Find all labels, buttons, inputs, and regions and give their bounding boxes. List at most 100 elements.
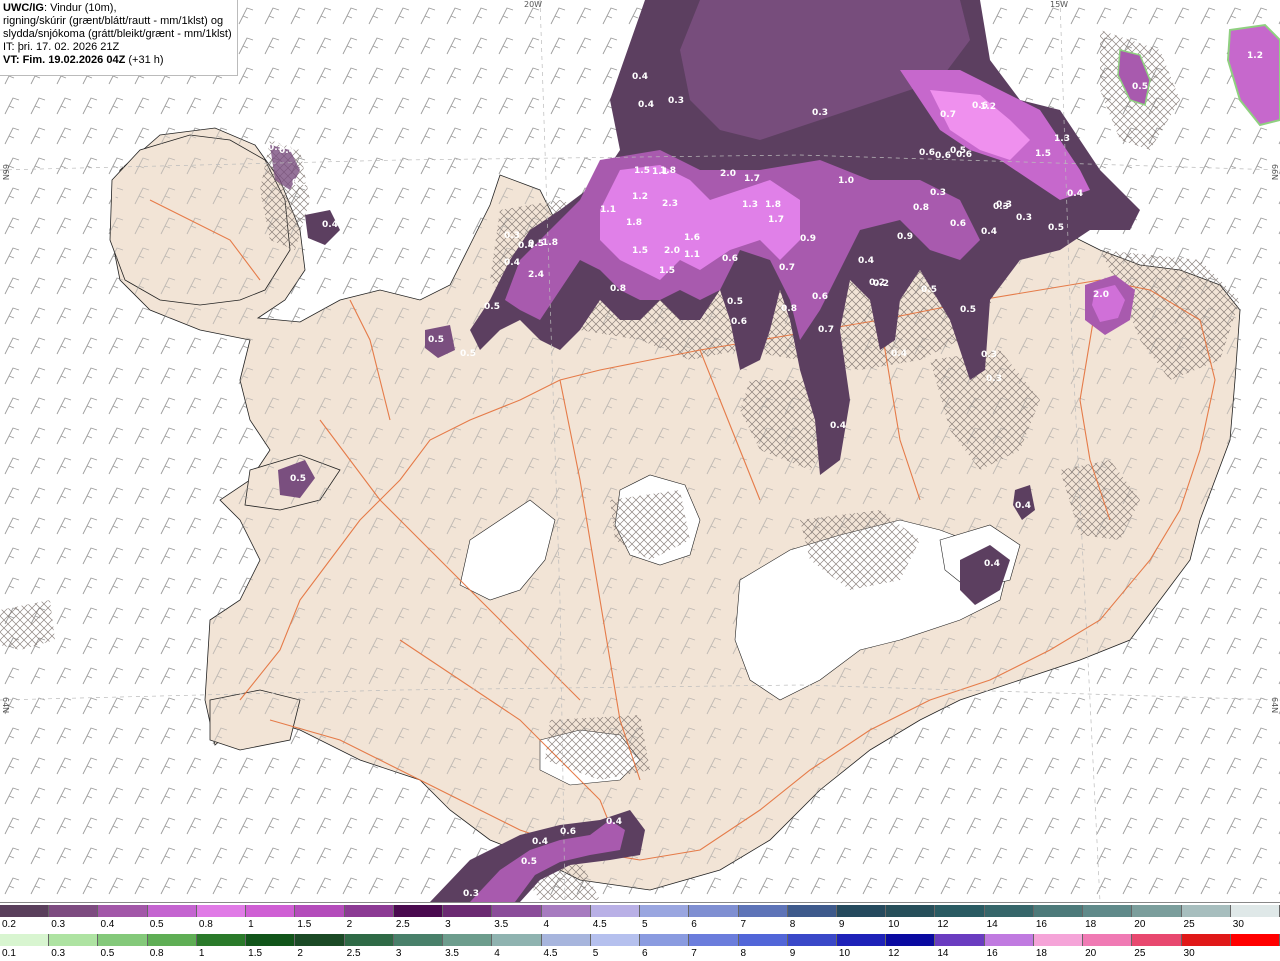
precip-value-label: 1.6: [684, 233, 700, 243]
precip-value-label: 1.3: [1054, 134, 1070, 144]
snow-swatch: [836, 905, 887, 917]
rain-swatch: [984, 934, 1034, 946]
snow-legend-label: 20: [1134, 919, 1146, 930]
precip-value-label: 0.5: [960, 305, 976, 315]
precip-value-label: 1.3: [742, 200, 758, 210]
rain-legend-label: 9: [789, 948, 796, 959]
snow-legend-label: 1: [248, 919, 254, 930]
snow-legend-label: 18: [1085, 919, 1097, 930]
precip-value-label: 0.5: [460, 349, 476, 359]
snow-swatch: [886, 905, 936, 917]
precip-value-label: 2.0: [1093, 290, 1109, 300]
map-canvas: 0.50.4 0.30.40.30.40.30.30.40.40.50.50.30…: [0, 0, 1280, 902]
snow-legend-label: 6: [691, 919, 697, 930]
rain-legend-label: 30: [1183, 948, 1195, 959]
snow-legend-label: 2: [346, 919, 353, 930]
rain-legend-label: 0.1: [2, 948, 16, 959]
precip-value-label: 1.8: [542, 238, 558, 248]
rain-legend-labels: 0.1 0.3 0.5 0.8 1 1.5 2 2.5 3 3.5 4 4.5 5 6 7 8 9 10 12 14 1…: [0, 948, 1280, 960]
precip-value-label: 0.3: [668, 96, 684, 106]
precip-value-label: 1.7: [744, 174, 760, 184]
precip-value-label: 1.2: [980, 102, 996, 112]
snow-swatch: [1083, 905, 1133, 917]
precip-value-label: 0.8: [781, 304, 797, 314]
snow-legend-labels: 0.2 0.3 0.4 0.5 0.8 1 1.5 2 2.5 3 3.5 4 4.5 5 6 7 8 9 10 12…: [0, 919, 1280, 931]
edge-label-left-64n: 64N: [1, 697, 10, 714]
product-name: UWC/IG: [3, 2, 44, 14]
rain-legend-label: 3: [395, 948, 402, 959]
precip-value-label: 2.4: [528, 270, 544, 280]
info-it: IT: þri. 17. 02. 2026 21Z: [3, 41, 234, 54]
rain-legend-label: 7: [691, 948, 697, 959]
info-line-2: rigning/skúrir (grænt/blátt/rautt - mm/1…: [3, 15, 224, 27]
snow-swatch: [443, 905, 493, 917]
precip-value-label: 0.8: [913, 203, 929, 213]
precip-value-label: 0.6: [560, 827, 576, 837]
precip-value-label: 0.6: [722, 254, 738, 264]
snow-swatch: [492, 905, 542, 917]
precip-value-label: 1.8: [765, 200, 781, 210]
snow-legend-label: 16: [1035, 919, 1047, 930]
rain-swatch: [886, 934, 936, 946]
rain-swatch: [443, 934, 493, 946]
snow-color-bar: [0, 905, 1280, 917]
precip-value-label: 0.5: [484, 302, 500, 312]
precip-value-label: 0.8: [610, 284, 626, 294]
snow-swatch: [49, 905, 99, 917]
precip-value-label: 0.3: [463, 889, 479, 899]
rain-swatch: [492, 934, 542, 946]
rain-legend-label: 2.5: [346, 948, 361, 959]
snow-legend-label: 12: [937, 919, 949, 930]
color-legend: 0.2 0.3 0.4 0.5 0.8 1 1.5 2 2.5 3 3.5 4 4.5 5 6 7 8 9 10 12…: [0, 902, 1280, 961]
weather-map: 0.5 0.4 0.3 0.4 0.3 0.4 0.3 0.3 0.4 0.4 0.5 0.5 0.3 0…: [0, 0, 1280, 902]
precip-value-label: 0.5: [1132, 82, 1148, 92]
snow-swatch: [541, 905, 591, 917]
rain-legend-label: 0.3: [51, 948, 66, 959]
precip-value-label: 1.1: [600, 205, 616, 215]
precip-value-label: 1.2: [632, 192, 648, 202]
rain-swatch: [147, 934, 197, 946]
precip-value-label: 1.5: [634, 166, 650, 176]
rain-swatch: [1181, 934, 1231, 946]
snow-legend-label: 3.5: [494, 919, 509, 930]
snow-legend-label: 0.5: [149, 919, 164, 930]
precip-value-label: 0.3: [930, 188, 946, 198]
snow-swatch: [196, 905, 247, 917]
precip-value-label: 2.0: [720, 169, 736, 179]
precip-value-label: 1.5: [1035, 149, 1051, 159]
rain-swatch: [935, 934, 985, 946]
it-label: IT:: [3, 41, 15, 53]
map-info-box: UWC/IG: Vindur (10m), rigning/skúrir (gr…: [0, 0, 238, 76]
precip-value-label: 2.3: [662, 199, 678, 209]
precip-value-label: 1.5: [659, 266, 675, 276]
snow-legend-label: 2.5: [395, 919, 410, 930]
precip-value-label: 1.8: [626, 218, 642, 228]
rain-swatch: [836, 934, 887, 946]
rain-legend-label: 16: [986, 948, 998, 959]
rain-swatch: [1083, 934, 1133, 946]
snow-legend-label: 1.5: [297, 919, 312, 930]
info-line-3: slydda/snjókoma (grátt/bleikt/grænt - mm…: [3, 28, 232, 40]
precip-value-label: 0.5: [1048, 223, 1064, 233]
info-line-1-rest: : Vindur (10m),: [43, 2, 117, 14]
snow-swatch: [98, 905, 148, 917]
snow-swatch: [935, 905, 985, 917]
edge-label-15w: 15W: [1050, 0, 1069, 9]
precip-value-label: 0.3: [812, 108, 828, 118]
edge-label-20w: 20W: [524, 0, 543, 9]
vt-offset: (+31 h): [128, 54, 164, 66]
snow-legend-label: 0.8: [198, 919, 213, 930]
rain-swatch: [49, 934, 99, 946]
rain-swatch: [295, 934, 345, 946]
precip-value-label: 1.8: [660, 166, 676, 176]
snow-legend-label: 25: [1183, 919, 1195, 930]
snow-swatch: [984, 905, 1034, 917]
rain-swatch: [246, 934, 296, 946]
info-line-1: UWC/IG: Vindur (10m),: [3, 2, 234, 15]
rain-legend-label: 3.5: [445, 948, 459, 959]
rain-legend-label: 1.5: [248, 948, 263, 959]
rain-swatch: [1230, 934, 1280, 946]
edge-label-right-64n: 64N: [1270, 697, 1279, 714]
rain-legend-label: 1: [198, 948, 205, 959]
precip-value-label: 0.6: [956, 150, 972, 160]
